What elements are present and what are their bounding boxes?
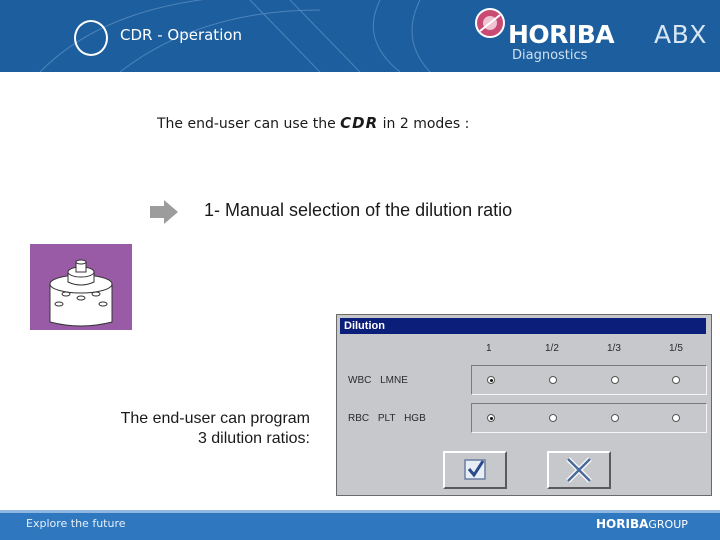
header-circle-ornament [74, 20, 108, 56]
program-note: The end-user can program 3 dilution rati… [90, 409, 310, 449]
radio-wbc-1-3[interactable] [611, 376, 619, 384]
radio-wbc-1-2[interactable] [549, 376, 557, 384]
program-note-line-1: The end-user can program [120, 410, 310, 427]
column-header-1-2: 1/2 [545, 343, 559, 354]
footer-divider [0, 510, 720, 513]
horiba-emblem-icon [475, 8, 505, 38]
horiba-logo-abx: ABX [654, 20, 707, 49]
checkmark-icon [464, 459, 486, 480]
radio-group-rbc [471, 403, 707, 433]
radio-rbc-1-2[interactable] [549, 414, 557, 422]
cdr-device-icon [49, 259, 113, 327]
cancel-button[interactable] [547, 451, 611, 489]
radio-rbc-1-5[interactable] [672, 414, 680, 422]
column-header-1-3: 1/3 [607, 343, 621, 354]
cdr-device-image [30, 244, 132, 330]
intro-suffix: in 2 modes : [382, 116, 470, 132]
radio-group-wbc [471, 365, 707, 395]
radio-rbc-1-3[interactable] [611, 414, 619, 422]
footer-logo: HORIBAGROUP [596, 517, 688, 531]
horiba-logo-word: HORIBA [508, 20, 615, 49]
mode-1-heading: 1- Manual selection of the dilution rati… [204, 200, 513, 220]
slide-title: CDR - Operation [120, 26, 243, 44]
intro-prefix: The end-user can use the [157, 116, 336, 132]
arrow-right-icon [150, 200, 178, 224]
footer-tagline: Explore the future [26, 517, 126, 530]
cross-icon [566, 457, 592, 483]
radio-wbc-1[interactable] [487, 376, 495, 384]
slide-header: CDR - Operation HORIBA ABX Diagnostics [0, 0, 720, 72]
column-header-1: 1 [486, 343, 492, 354]
footer-logo-thin: GROUP [648, 518, 688, 531]
ok-button[interactable] [443, 451, 507, 489]
footer-logo-bold: HORIBA [596, 517, 649, 531]
program-note-line-2: 3 dilution ratios: [197, 430, 310, 447]
column-header-1-5: 1/5 [669, 343, 683, 354]
radio-wbc-1-5[interactable] [672, 376, 680, 384]
row-label-wbc: WBC LMNE [348, 375, 408, 386]
product-name: CDR [340, 114, 379, 132]
slide-footer: Explore the future HORIBAGROUP [0, 510, 720, 540]
horiba-logo-subtitle: Diagnostics [512, 48, 588, 63]
dialog-title: Dilution [340, 318, 706, 334]
row-label-rbc: RBC PLT HGB [348, 413, 426, 424]
radio-rbc-1[interactable] [487, 414, 495, 422]
dilution-dialog: Dilution 1 1/2 1/3 1/5 WBC LMNE RBC PLT … [336, 314, 712, 496]
intro-sentence: The end-user can use the CDR in 2 modes … [157, 114, 469, 132]
